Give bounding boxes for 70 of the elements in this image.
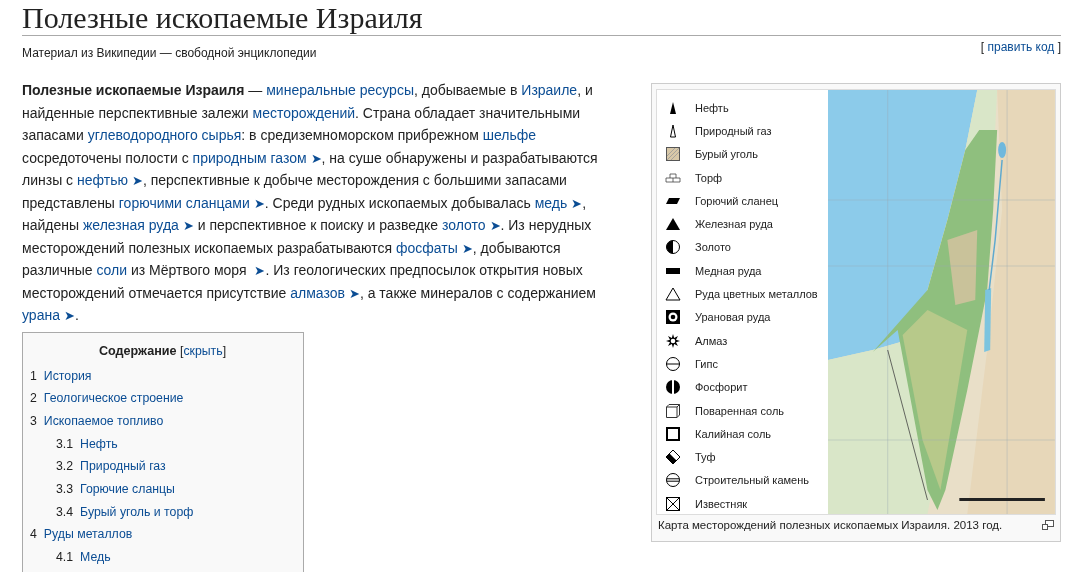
outline-triangle-icon (665, 286, 681, 302)
article-link[interactable]: железная руда (83, 217, 179, 233)
striped-circle-icon (665, 379, 681, 396)
crossed-circle-icon (665, 355, 681, 372)
legend-label: Золото (695, 241, 731, 254)
edit-source-link[interactable]: [ править код ] (980, 39, 1061, 61)
legend-label: Туф (695, 451, 716, 464)
toc-link[interactable]: Медь (80, 546, 111, 569)
article-link[interactable]: Израиле (521, 82, 578, 98)
page-title: Полезные ископаемые Израиля (22, 0, 1061, 36)
intro-paragraph: Полезные ископаемые Израиля — минеральные ресурсы, добываемые в Израиле, и найденные перспективные залежи месторождений. Страна обладает значительными запасами углеводородного сырья: в средиземноморском прибрежном шельфе сосредоточены полости с природным газом ➤, на суше обнаружены и разрабатываются линзы с нефтью ➤, перспективные к добыче месторождения с большими запасами представлены горючими сланцами ➤. Среди рудных ископаемых добывалась медь ➤, найдены железная руда ➤ и перспективное к поиску и разведке золото ➤. Из нерудных месторождений полезных ископаемых разрабатываются фосфаты ➤, добываются различные соли из Мёртвого моря ➤. Из геологических предпосылок открытия новых месторождений отмечается присутствие алмазов ➤, а также минералов с содержанием урана ➤. (22, 81, 599, 325)
legend-label: Нефть (695, 101, 729, 114)
legend-label: Медная руда (695, 264, 762, 277)
toc-number: 4 (30, 526, 37, 544)
article-link[interactable]: горючими сланцами (118, 194, 250, 211)
crossed-square-icon (665, 495, 681, 512)
ring-square-icon (665, 309, 681, 326)
legend-label: Природный газ (695, 124, 772, 137)
toc-link[interactable]: История (43, 364, 92, 388)
toc-link[interactable]: Ископаемое топливо (43, 409, 164, 433)
toc-number: 2 (30, 390, 37, 408)
article-link[interactable]: фосфаты (395, 239, 458, 256)
article-link[interactable]: золото (441, 217, 486, 233)
legend-label: Алмаз (695, 334, 728, 347)
legend-label: Железная руда (695, 218, 773, 231)
article-link[interactable]: алмазов (290, 284, 345, 301)
cube-icon (665, 402, 681, 419)
legend-label: Калийная соль (695, 427, 772, 440)
toc-link[interactable]: Природный газ (80, 455, 166, 478)
toc-link[interactable]: Нефть (80, 432, 118, 456)
square-icon (665, 425, 681, 442)
hide-link[interactable]: [скрыть] (179, 343, 227, 358)
article-link[interactable]: минеральные ресурсы (266, 82, 414, 98)
legend-label: Строительный камень (695, 474, 810, 487)
toc-link[interactable]: Руды металлов (43, 523, 133, 547)
enlarge-icon[interactable] (1042, 520, 1054, 530)
half-circle-icon (665, 239, 681, 256)
legend-label: Торф (695, 171, 723, 184)
article-link[interactable]: соли (96, 262, 128, 278)
toc-link[interactable]: Бурый уголь и торф (80, 500, 194, 524)
legend-label: Поваренная соль (695, 404, 785, 417)
toc-link[interactable]: Геологическое строение (43, 387, 184, 410)
legend-label: Горючий сланец (695, 194, 779, 207)
hatched-square-icon (665, 146, 681, 163)
legend-label: Известняк (695, 497, 748, 510)
toc-link[interactable]: Горючие сланцы (80, 478, 175, 501)
toc-number: 3.3 (56, 481, 74, 498)
article-link[interactable]: природным газом (192, 149, 307, 166)
toc-number: 1 (30, 367, 37, 385)
article-link[interactable]: шельфе (482, 127, 536, 143)
legend-label: Руда цветных металлов (695, 288, 818, 300)
legend-label: Гипс (695, 357, 718, 370)
toc-number: 4.1 (56, 549, 74, 567)
legend-label: Бурый уголь (695, 148, 758, 161)
legend-label: Фосфорит (695, 381, 748, 394)
article-link[interactable]: месторождений (252, 104, 356, 121)
triangle-icon (665, 216, 681, 233)
article-link[interactable]: нефтью (77, 172, 128, 188)
toc-number: 3 (30, 412, 37, 430)
double-line-circle-icon (665, 472, 681, 489)
legend-label: Урановая руда (695, 311, 771, 324)
article-link[interactable]: медь (534, 194, 568, 211)
article-link[interactable]: урана (22, 307, 60, 323)
page-subtitle: Материал из Википедии — свободной энциклопедии (22, 45, 317, 61)
toc-number: 3.2 (56, 458, 74, 476)
contents-title: Содержание (98, 343, 177, 358)
figure-caption: Карта месторождений полезных ископаемых Израиля. 2013 год. (658, 519, 1003, 531)
toc-number: 3.4 (56, 503, 74, 521)
toc-number: 3.1 (56, 435, 74, 453)
diamond-icon (665, 449, 681, 466)
